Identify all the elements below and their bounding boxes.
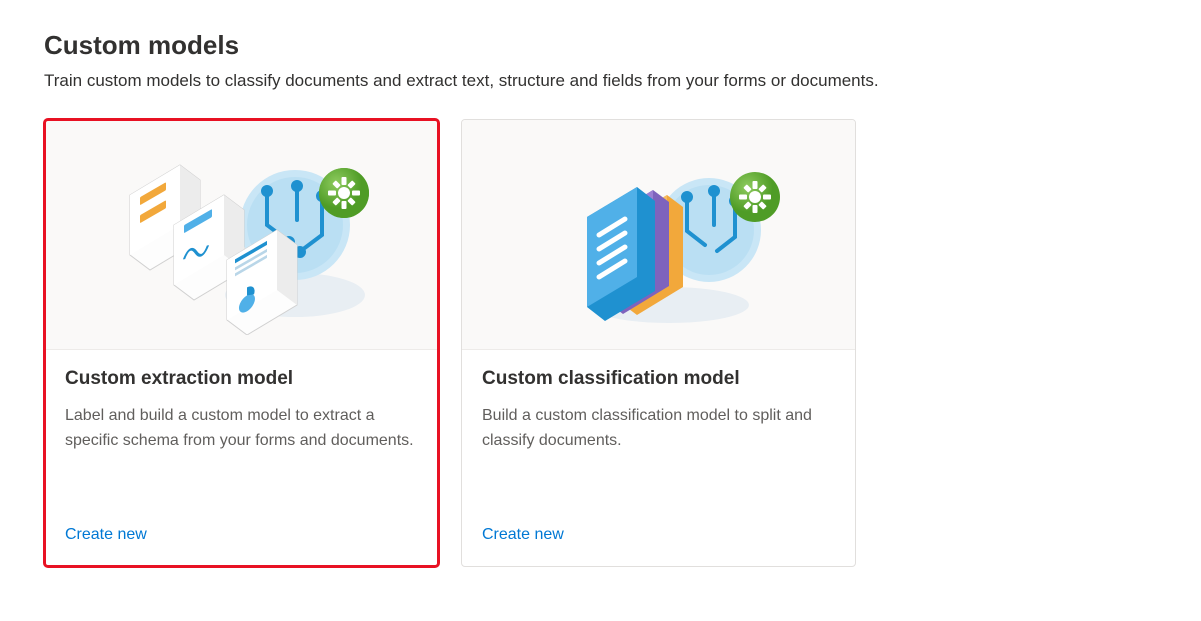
extraction-illustration	[45, 120, 438, 350]
documents-gear-icon	[92, 135, 392, 335]
page-title: Custom models	[44, 30, 1157, 61]
card-title: Custom classification model	[482, 368, 835, 390]
card-title: Custom extraction model	[65, 368, 418, 390]
card-custom-classification[interactable]: Custom classification model Build a cust…	[461, 119, 856, 567]
card-body: Custom extraction model Label and build …	[45, 350, 438, 566]
create-new-link[interactable]: Create new	[65, 526, 147, 544]
page-subtitle: Train custom models to classify document…	[44, 71, 1157, 91]
card-custom-extraction[interactable]: Custom extraction model Label and build …	[44, 119, 439, 567]
stack-gear-icon	[509, 135, 809, 335]
classification-illustration	[462, 120, 855, 350]
card-body: Custom classification model Build a cust…	[462, 350, 855, 566]
create-new-link[interactable]: Create new	[482, 526, 564, 544]
card-description: Build a custom classification model to s…	[482, 404, 835, 480]
card-row: Custom extraction model Label and build …	[44, 119, 1157, 567]
card-description: Label and build a custom model to extrac…	[65, 404, 418, 480]
